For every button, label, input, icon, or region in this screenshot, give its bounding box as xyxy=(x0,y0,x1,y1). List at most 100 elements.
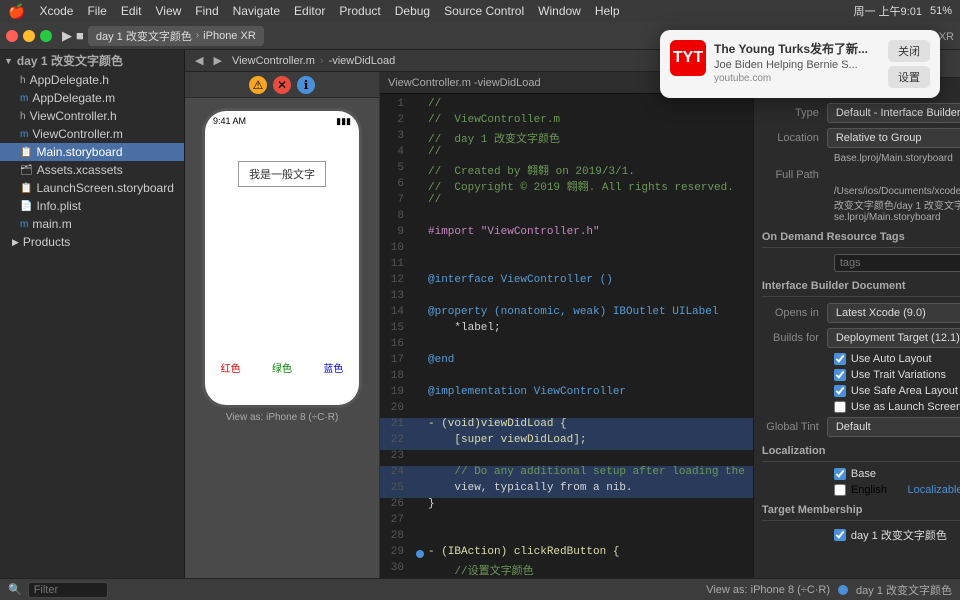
rp-trait-checkbox[interactable] xyxy=(834,369,846,381)
code-editor: ViewController.m -viewDidLoad 1//2// Vie… xyxy=(380,72,753,578)
rp-base-checkbox[interactable] xyxy=(834,468,846,480)
phone-time: 9:41 AM xyxy=(213,116,246,126)
ib-error-button[interactable]: ✕ xyxy=(273,76,291,94)
rp-english-checkbox[interactable] xyxy=(834,484,846,496)
notification-close-button[interactable]: 关闭 xyxy=(888,40,930,62)
phone-battery: ▮▮▮ xyxy=(336,116,351,127)
sidebar-item-launchscreen[interactable]: 📋 LaunchScreen.storyboard xyxy=(0,179,184,197)
rp-on-demand-title: On Demand Resource Tags xyxy=(762,231,960,248)
rp-auto-layout-checkbox[interactable] xyxy=(834,353,846,365)
phone-status-bar: 9:41 AM ▮▮▮ xyxy=(205,111,359,131)
nav-right[interactable]: ▶ xyxy=(209,54,225,67)
sidebar-item-viewcontrollerh[interactable]: h ViewController.h xyxy=(0,107,184,125)
rp-auto-layout-row: Use Auto Layout xyxy=(762,353,960,365)
rp-ib-doc-title: Interface Builder Document xyxy=(762,280,960,297)
battery-status: 51% xyxy=(930,5,952,17)
menubar: 🍎 Xcode File Edit View Find Navigate Edi… xyxy=(0,0,960,22)
breakpoint-indicator xyxy=(416,550,424,558)
rp-base-row: Base xyxy=(762,468,960,480)
sidebar-root[interactable]: ▼ day 1 改变文字颜色 xyxy=(0,50,184,71)
right-panel: File Inspector Quick Help Name Main.stor… xyxy=(753,50,960,578)
code-line: 8 xyxy=(380,210,753,226)
breadcrumb-method[interactable]: -viewDidLoad xyxy=(329,55,396,67)
rp-launch-checkbox[interactable] xyxy=(834,401,846,413)
minimize-button[interactable] xyxy=(23,30,35,42)
sidebar-item-infoplist[interactable]: 📄 Info.plist xyxy=(0,197,184,215)
breadcrumb-file[interactable]: ViewController.m xyxy=(232,55,315,67)
phone-red-button[interactable]: 红色 xyxy=(221,360,241,375)
code-line: 24 // Do any additional setup after load… xyxy=(380,466,753,482)
rp-tags-input[interactable] xyxy=(834,254,960,272)
rp-type-select[interactable]: Default - Interface Builder... xyxy=(827,103,960,123)
rp-target-title: Target Membership xyxy=(762,504,960,521)
code-line: 21- (void)viewDidLoad { xyxy=(380,418,753,434)
rp-english-label: English xyxy=(851,484,887,496)
sidebar-item-mainm[interactable]: m main.m xyxy=(0,215,184,233)
phone-label[interactable]: 我是一般文字 xyxy=(238,161,326,187)
code-line: 11 xyxy=(380,258,753,274)
apple-menu[interactable]: 🍎 xyxy=(8,3,25,20)
sidebar-item-assets[interactable]: 🗂 Assets.xcassets xyxy=(0,161,184,179)
rp-trait-row: Use Trait Variations xyxy=(762,369,960,381)
rp-safe-area-checkbox[interactable] xyxy=(834,385,846,397)
code-line: 7// xyxy=(380,194,753,210)
menu-find[interactable]: Find xyxy=(195,4,218,18)
rp-trait-label: Use Trait Variations xyxy=(851,369,946,381)
menu-editor[interactable]: Editor xyxy=(294,4,325,18)
menu-navigate[interactable]: Navigate xyxy=(233,4,280,18)
notification-popup: TYT The Young Turks发布了新... Joe Biden Hel… xyxy=(660,30,940,98)
rp-safe-area-row: Use Safe Area Layout Guides xyxy=(762,385,960,397)
code-line: 23 xyxy=(380,450,753,466)
ib-info-button[interactable]: ℹ xyxy=(297,76,315,94)
menu-product[interactable]: Product xyxy=(339,4,380,18)
rp-global-tint-label: Global Tint xyxy=(762,421,827,433)
menu-view[interactable]: View xyxy=(156,4,182,18)
rp-fullpath-label: Full Path xyxy=(762,169,827,181)
view-as-label: View as: iPhone 8 (÷C·R) xyxy=(706,584,830,596)
project-tab[interactable]: day 1 改变文字颜色 › iPhone XR xyxy=(88,26,264,46)
code-line: 20 xyxy=(380,402,753,418)
maximize-button[interactable] xyxy=(40,30,52,42)
rp-location-select[interactable]: Relative to Group xyxy=(827,128,960,148)
menu-help[interactable]: Help xyxy=(595,4,620,18)
code-line: 19@implementation ViewController xyxy=(380,386,753,402)
device-label: iPhone XR xyxy=(203,30,256,42)
filter-input[interactable] xyxy=(28,582,108,598)
phone-blue-button[interactable]: 蓝色 xyxy=(323,360,343,375)
stop-button[interactable]: ■ xyxy=(76,28,84,43)
play-button[interactable]: ▶ xyxy=(62,28,72,44)
close-button[interactable] xyxy=(6,30,18,42)
code-content[interactable]: 1//2// ViewController.m3// day 1 改变文字颜色4… xyxy=(380,94,753,578)
rp-location-row: Location Relative to Group xyxy=(762,128,960,148)
phone-green-button[interactable]: 绿色 xyxy=(272,360,292,375)
notification-body: The Young Turks发布了新... Joe Biden Helping… xyxy=(714,40,880,88)
rp-target-checkbox[interactable] xyxy=(834,529,846,541)
nav-left[interactable]: ◀ xyxy=(191,54,207,67)
rp-builds-for-select[interactable]: Deployment Target (12.1) xyxy=(827,328,960,348)
notification-settings-button[interactable]: 设置 xyxy=(888,66,930,88)
code-line: 1// xyxy=(380,98,753,114)
sidebar-item-appdelegatem[interactable]: m AppDelegate.m xyxy=(0,89,184,107)
sidebar-item-viewcontrollerm[interactable]: m ViewController.m xyxy=(0,125,184,143)
code-line: 14@property (nonatomic, weak) IBOutlet U… xyxy=(380,306,753,322)
rp-base-label: Base xyxy=(851,468,876,480)
menu-window[interactable]: Window xyxy=(538,4,581,18)
menu-file[interactable]: File xyxy=(87,4,106,18)
code-line: 15 *label; xyxy=(380,322,753,338)
menu-debug[interactable]: Debug xyxy=(395,4,430,18)
menu-source-control[interactable]: Source Control xyxy=(444,4,524,18)
sidebar-item-appdelegateh[interactable]: h AppDelegate.h xyxy=(0,71,184,89)
sidebar-item-mainstoryboard[interactable]: 📋 Main.storyboard xyxy=(0,143,184,161)
ib-toolbar: ⚠ ✕ ℹ xyxy=(185,72,379,98)
menu-edit[interactable]: Edit xyxy=(121,4,142,18)
sidebar-item-products[interactable]: ▶ Products xyxy=(0,233,184,251)
rp-localization-title: Localization xyxy=(762,445,960,462)
phone-preview: 9:41 AM ▮▮▮ 我是一般文字 红色 绿色 蓝色 xyxy=(202,108,362,408)
rp-global-tint-select[interactable]: Default xyxy=(827,417,960,437)
rp-location-path: Base.lproj/Main.storyboard xyxy=(762,153,960,164)
ib-warning-button[interactable]: ⚠ xyxy=(249,76,267,94)
ib-view-as[interactable]: View as: iPhone 8 (÷C·R) xyxy=(226,412,339,423)
code-line: 3// day 1 改变文字颜色 xyxy=(380,130,753,146)
rp-opens-in-select[interactable]: Latest Xcode (9.0) xyxy=(827,303,960,323)
menu-xcode[interactable]: Xcode xyxy=(39,4,73,18)
